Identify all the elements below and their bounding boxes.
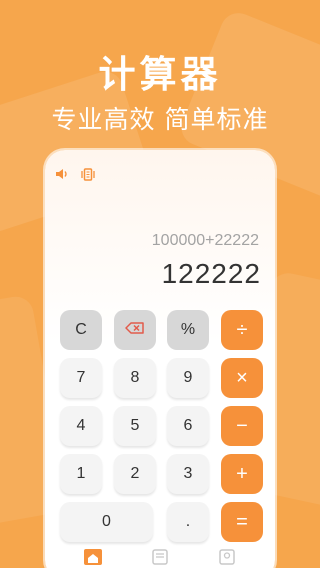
decimal-button[interactable]: .	[167, 502, 209, 542]
divide-button[interactable]: ÷	[221, 310, 263, 350]
key-2[interactable]: 2	[114, 454, 156, 494]
nav-profile[interactable]	[217, 549, 237, 568]
percent-button[interactable]: %	[167, 310, 209, 350]
clear-button[interactable]: C	[60, 310, 102, 350]
key-4[interactable]: 4	[60, 406, 102, 446]
backspace-icon	[125, 321, 145, 339]
home-icon	[83, 549, 102, 568]
profile-icon	[219, 549, 236, 568]
backspace-button[interactable]	[114, 310, 156, 350]
result-display: 122222	[161, 258, 261, 289]
speaker-icon[interactable]	[55, 168, 69, 181]
key-6[interactable]: 6	[167, 406, 209, 446]
key-9[interactable]: 9	[167, 358, 209, 398]
minus-button[interactable]: −	[221, 406, 263, 446]
key-3[interactable]: 3	[167, 454, 209, 494]
nav-history[interactable]	[150, 549, 170, 568]
plus-button[interactable]: +	[221, 454, 263, 494]
status-icons	[55, 168, 95, 181]
multiply-button[interactable]: ×	[221, 358, 263, 398]
key-7[interactable]: 7	[60, 358, 102, 398]
nav-home[interactable]	[83, 549, 103, 568]
key-0[interactable]: 0	[60, 502, 153, 542]
promo-title: 计算器	[98, 53, 222, 96]
vibrate-icon[interactable]	[81, 168, 95, 181]
expression-display: 100000+22222	[151, 232, 259, 249]
calculator-screen: 100000+22222 122222 C % ÷ 7 8 9 × 4 5 6 …	[45, 150, 275, 568]
key-8[interactable]: 8	[114, 358, 156, 398]
equals-button[interactable]: =	[221, 502, 263, 542]
promo-subtitle: 专业高效 简单标准	[51, 105, 269, 134]
history-icon	[152, 549, 168, 568]
bottom-nav	[45, 548, 275, 568]
key-5[interactable]: 5	[114, 406, 156, 446]
key-1[interactable]: 1	[60, 454, 102, 494]
